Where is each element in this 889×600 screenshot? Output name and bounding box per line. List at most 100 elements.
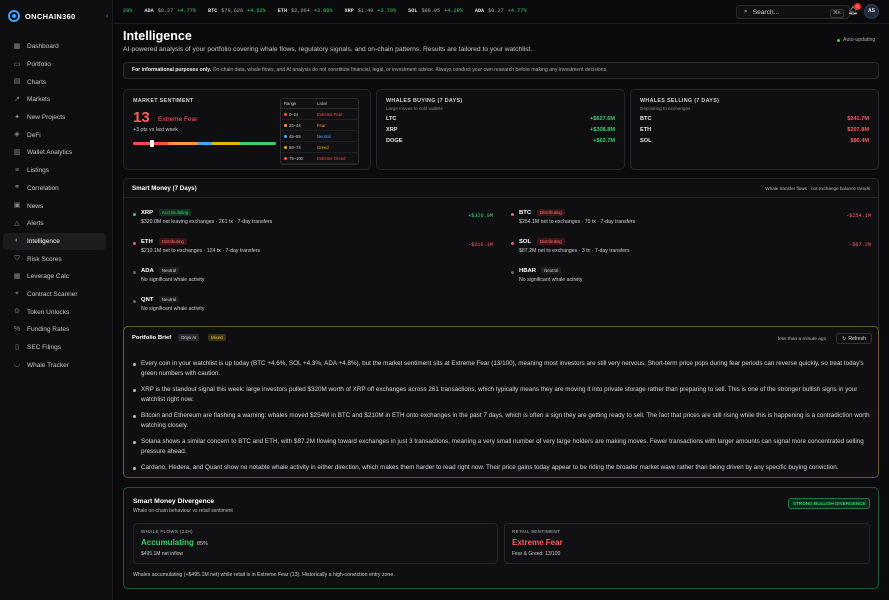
ticker-item[interactable]: ETH $2,064 +3.88% [278, 8, 333, 14]
whale-flows-sub: $495.1M net inflow [141, 551, 183, 557]
sidebar-item-new-projects[interactable]: ✦ New Projects [3, 109, 106, 127]
smart-money-tag: Neutral [541, 267, 562, 274]
sidebar-item-portfolio[interactable]: ▭ Portfolio [3, 56, 106, 74]
logo[interactable]: ONCHAIN360 [0, 0, 112, 32]
sentiment-label: MARKET SENTIMENT [133, 98, 194, 104]
brain-icon: ◐ [14, 237, 20, 245]
smart-money-tag: Distributing [536, 238, 565, 245]
disclaimer: For informational purposes only. On-chai… [123, 62, 879, 79]
status-dot-icon [133, 213, 136, 216]
trend-icon: ↗ [14, 95, 20, 103]
ticker-price: $0.27 [157, 8, 174, 14]
legend-range: 25–44 [284, 123, 317, 128]
ticker-item[interactable]: XRP $1.40 +3.79% [345, 8, 397, 14]
legend-range: 56–74 [284, 145, 317, 150]
ticker-change: +3.79% [377, 8, 397, 14]
sentiment-level: Extreme Fear [158, 116, 198, 123]
price-ticker: 28% ADA $0.27 +4.77% BTC $79,626 +4.62% ETH $2,… [123, 8, 526, 14]
status-dot-icon [133, 271, 136, 274]
sidebar-item-risk-scores[interactable]: ⛉ Risk Scores [3, 250, 106, 268]
smart-money-item[interactable]: BTC Distributing $254.1M net to exchanges … [511, 209, 871, 234]
whale-row[interactable]: SOL $86.4M [640, 138, 869, 144]
sidebar-nav: ▦ Dashboard ▭ Portfolio ▤ Charts ↗ Markets ✦ New … [0, 38, 112, 374]
search-icon: ⌕ [744, 8, 748, 15]
sidebar-item-markets[interactable]: ↗ Markets [3, 91, 106, 109]
ticker-item[interactable]: ADA $0.27 +4.77% [144, 8, 196, 14]
smart-money-value: -$254.1M [846, 213, 871, 219]
whale-row[interactable]: BTC $241.7M [640, 116, 869, 122]
sidebar-item-dashboard[interactable]: ▦ Dashboard [3, 38, 106, 56]
collapse-sidebar-icon[interactable]: ‹ [106, 13, 108, 20]
user-avatar[interactable]: AS [864, 4, 879, 19]
refresh-button[interactable]: ↻ Refresh [836, 333, 872, 344]
divergence-footer: Whales accumulating (+$495.1M net) while… [133, 572, 395, 578]
whale-symbol: DOGE [386, 138, 403, 144]
smart-money-desc: No significant whale activity [141, 306, 205, 312]
sidebar-item-funding-rates[interactable]: % Funding Rates [3, 321, 106, 339]
brief-title: Portfolio Brief [132, 335, 172, 341]
sidebar-item-intelligence[interactable]: ◐ Intelligence [3, 232, 106, 251]
sidebar-item-label: Listings [27, 167, 50, 175]
legend-row: 0–24 Extreme Fear [281, 109, 358, 120]
smart-money-desc: $254.1M net to exchanges · 70 tx · 7-day… [519, 219, 636, 225]
refresh-icon: ↻ [842, 335, 847, 342]
sidebar-item-sec-filings[interactable]: ▯ SEC Filings [3, 339, 106, 357]
sidebar-item-label: Alerts [27, 220, 44, 228]
whales-buying-list: LTC +$627.6M XRP +$308.8M DOGE +$62.7M [386, 116, 615, 144]
ticker-item[interactable]: ADA $0.27 +4.77% [475, 8, 527, 14]
smart-money-item[interactable]: QNT Neutral No significant whale activity [133, 296, 493, 321]
legend-range-text: 25–44 [289, 122, 301, 128]
sidebar-item-defi[interactable]: ◈ DeFi [3, 126, 106, 144]
ticker-symbol: BTC [207, 8, 218, 14]
sidebar-item-news[interactable]: ▣ News [3, 197, 106, 215]
sidebar-item-label: Wallet Analytics [27, 149, 73, 157]
sidebar-item-label: DeFi [27, 131, 41, 139]
whale-row[interactable]: LTC +$627.6M [386, 116, 615, 122]
whale-value: +$308.8M [589, 127, 615, 133]
main-content: Intelligence AI-powered analysis of your… [113, 24, 889, 600]
shield-icon: ⛉ [14, 255, 20, 263]
smart-money-tag: Distributing [158, 238, 187, 245]
divergence-badge: STRONG BULLISH DIVERGENCE [788, 498, 871, 509]
whale-symbol: ETH [640, 127, 652, 133]
sidebar-item-label: Funding Rates [27, 326, 70, 334]
whale-flows-box: WHALE FLOWS (24H) Accumulating 85% $495.1… [133, 523, 498, 564]
whale-row[interactable]: ETH $207.8M [640, 127, 869, 133]
bell-icon: △ [14, 219, 20, 227]
smart-money-desc: $320.0M net leaving exchanges · 261 tx ·… [141, 219, 273, 225]
ticker-price: $86.05 [421, 8, 441, 14]
sidebar-item-correlation[interactable]: ⚭ Correlation [3, 180, 106, 198]
sidebar-item-charts[interactable]: ▤ Charts [3, 73, 106, 91]
search-input[interactable]: ⌕ Search... ⌘K [736, 5, 850, 19]
smart-money-item[interactable]: XRP Accumulating $320.0M net leaving excha… [133, 209, 493, 234]
whale-symbol: SOL [640, 138, 652, 144]
divergence-sub: Whale on-chain behaviour vs retail senti… [133, 508, 233, 514]
sidebar-item-contract-scanner[interactable]: ⌖ Contract Scanner [3, 286, 106, 304]
smart-money-item[interactable]: SOL Distributing $87.2M net to exchanges ·… [511, 238, 871, 263]
sidebar-item-token-unlocks[interactable]: ⊙ Token Unlocks [3, 303, 106, 321]
sidebar-item-label: Markets [27, 96, 51, 104]
smart-money-item[interactable]: HBAR Neutral No significant whale activity [511, 267, 871, 292]
smart-money-item[interactable]: ETH Distributing $210.1M net to exchanges … [133, 238, 493, 263]
sidebar-item-leverage-calc[interactable]: ▦ Leverage Calc [3, 268, 106, 286]
star-icon: ✦ [14, 113, 20, 121]
whale-value: $241.7M [847, 116, 869, 122]
whale-row[interactable]: DOGE +$62.7M [386, 138, 615, 144]
app-name: ONCHAIN360 [25, 11, 76, 21]
brief-points: Every coin in your watchlist is up today… [133, 359, 873, 479]
whale-row[interactable]: XRP +$308.8M [386, 127, 615, 133]
legend-color-dot [284, 134, 287, 138]
whale-symbol: LTC [386, 116, 397, 122]
sidebar-item-listings[interactable]: ≡ Listings [3, 162, 106, 180]
whale-value: $207.8M [847, 127, 869, 133]
calc-icon: ▦ [13, 272, 21, 280]
ticker-item[interactable]: SOL $86.05 +4.28% [408, 8, 463, 14]
smart-money-note: Whale transfer flows · not exchange bala… [765, 186, 870, 191]
auto-update-indicator: Auto-updating [837, 37, 875, 43]
smart-money-item[interactable]: ADA Neutral No significant whale activity [133, 267, 493, 292]
sidebar-item-whale-tracker[interactable]: ◡ Whale Tracker [3, 356, 106, 374]
ticker-item[interactable]: BTC $79,626 +4.62% [208, 8, 266, 14]
sidebar-item-wallet-analytics[interactable]: ▥ Wallet Analytics [3, 144, 106, 162]
sidebar-item-alerts[interactable]: △ Alerts [3, 215, 106, 233]
smart-money-value: -$87.2M [849, 242, 871, 248]
